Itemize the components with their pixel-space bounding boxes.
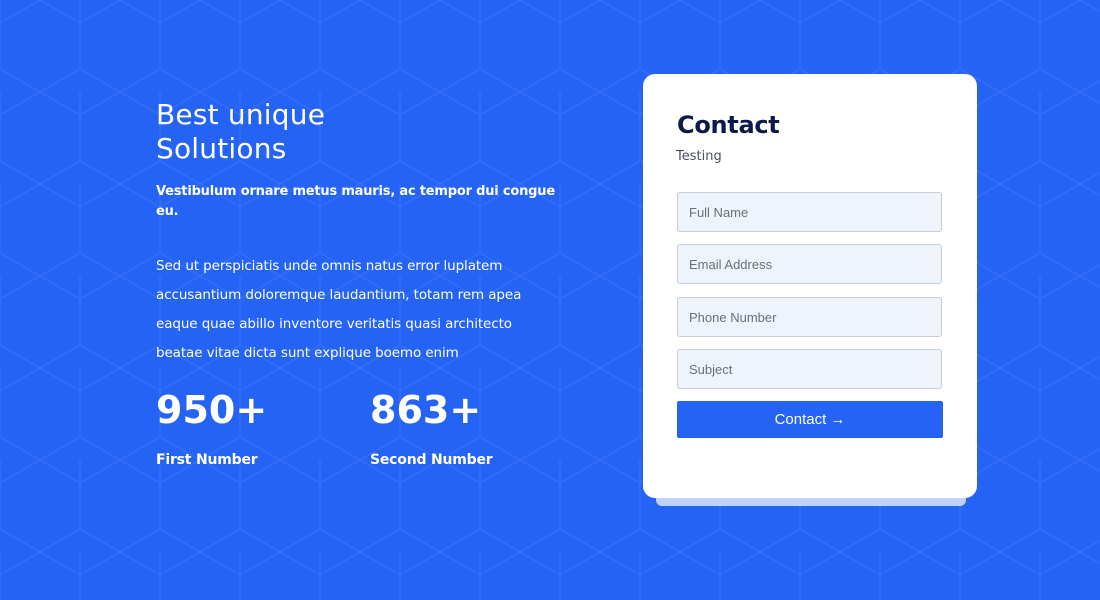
stat-label: First Number <box>156 452 258 468</box>
full-name-input[interactable] <box>677 192 942 232</box>
stat-label: Second Number <box>370 452 493 468</box>
stat-first: 950+ First Number <box>156 388 267 468</box>
hero-body-text: Sed ut perspiciatis unde omnis natus err… <box>156 258 522 361</box>
hero-headline-line1: Best unique <box>156 98 326 131</box>
subject-input[interactable] <box>677 349 942 389</box>
stats-row: 950+ First Number 863+ Second Number <box>156 388 576 478</box>
stat-value: 950+ <box>156 388 268 432</box>
stat-value: 863+ <box>370 388 482 432</box>
contact-subtitle: Testing <box>676 149 722 164</box>
contact-card: Contact Testing Contact → <box>643 74 977 498</box>
hero-tagline: Vestibulum ornare metus mauris, ac tempo… <box>156 184 555 219</box>
stat-second: 863+ Second Number <box>370 388 493 468</box>
phone-input[interactable] <box>677 297 942 337</box>
hero-headline: Best unique Solutions <box>156 98 576 166</box>
hero-headline-line2: Solutions <box>156 132 287 165</box>
email-input[interactable] <box>677 244 942 284</box>
contact-title: Contact <box>677 111 780 139</box>
contact-submit-button[interactable]: Contact → <box>677 401 943 438</box>
hero-section: Best unique Solutions Vestibulum ornare … <box>156 98 576 478</box>
